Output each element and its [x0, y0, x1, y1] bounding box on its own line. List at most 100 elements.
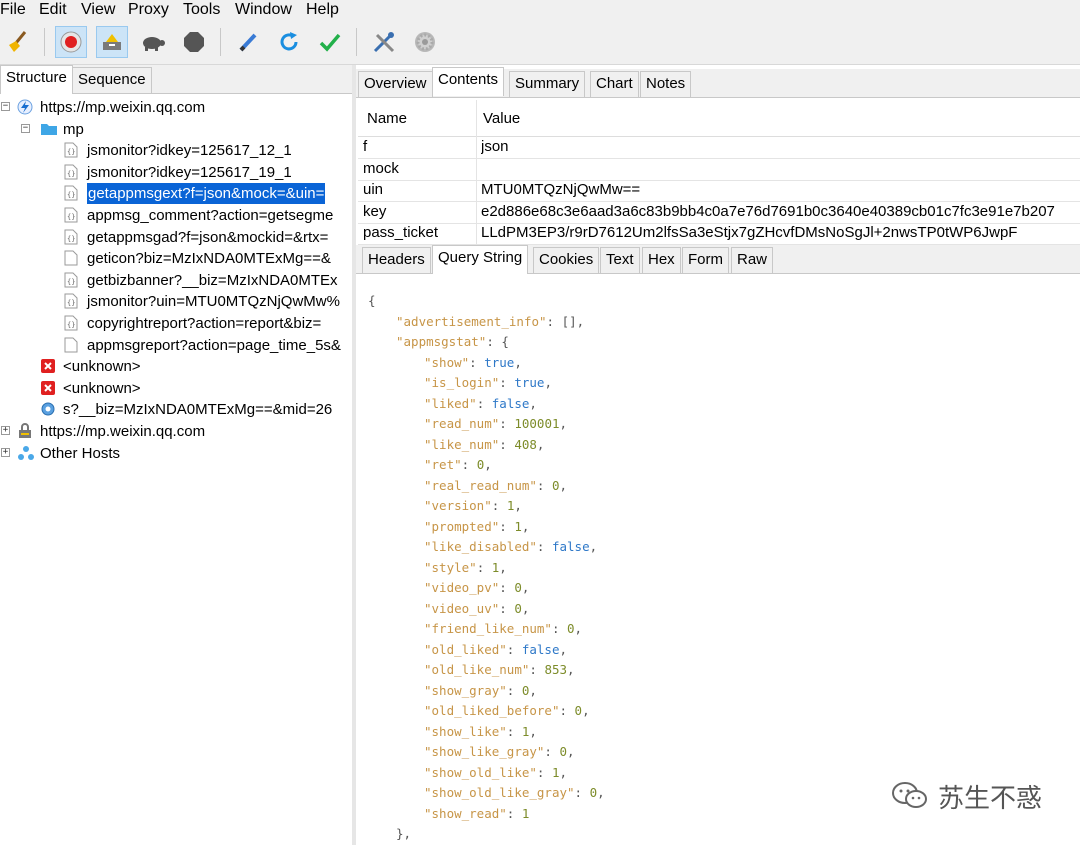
- json-line: "prompted": 1,: [424, 518, 530, 534]
- json-key: liked: [431, 395, 470, 411]
- json-value: 1: [514, 518, 522, 534]
- param-value: e2d886e68c3e6aad3a6c83b9bb4c0a7e76d7691b…: [481, 202, 1055, 220]
- menu-view[interactable]: View: [81, 0, 115, 22]
- param-name: mock: [363, 159, 399, 177]
- json-value: 0: [514, 580, 522, 595]
- json-value: true: [484, 354, 515, 370]
- json-line: "friend_like_num": 0,: [424, 621, 583, 636]
- json-line: "show": true,: [424, 354, 522, 370]
- check-icon[interactable]: [314, 26, 346, 58]
- tree-node[interactable]: {} appmsg_comment?action=getsegme: [0, 205, 352, 226]
- json-key: show_gray: [431, 682, 500, 698]
- json-line: "video_uv": 0,: [424, 600, 530, 616]
- tab-cookies[interactable]: Cookies: [533, 247, 600, 273]
- json-key: old_like_num: [431, 662, 522, 677]
- tab-headers[interactable]: Headers: [362, 247, 431, 273]
- tab-hex[interactable]: Hex: [642, 247, 681, 273]
- tab-structure[interactable]: Structure: [0, 65, 73, 94]
- tree-node-label: jsmonitor?uin=MTU0MTQzNjQwMw%: [87, 293, 340, 311]
- collapse-icon[interactable]: −: [21, 123, 30, 133]
- param-name: key: [363, 202, 387, 220]
- throttle-icon[interactable]: [96, 26, 128, 58]
- tree-node[interactable]: <unknown>: [0, 378, 352, 399]
- menu-tools[interactable]: Tools: [183, 0, 220, 22]
- json-key: prompted: [431, 518, 492, 534]
- tab-sequence[interactable]: Sequence: [72, 67, 152, 93]
- param-name: pass_ticket: [363, 224, 439, 242]
- tools-icon[interactable]: [368, 26, 400, 58]
- json-file-icon: {}: [64, 293, 80, 309]
- tab-chart[interactable]: Chart: [590, 71, 639, 97]
- tab-overview[interactable]: Overview: [358, 71, 433, 97]
- menu-file[interactable]: File: [0, 0, 26, 22]
- json-response-view[interactable]: {"advertisement_info": [], "appmsgstat": …: [356, 285, 1080, 845]
- param-value: json: [481, 138, 509, 155]
- tree-node[interactable]: {} getappmsgext?f=json&mock=&uin=: [0, 183, 352, 205]
- tree-node[interactable]: {} getbizbanner?__biz=MzIxNDA0MTEx: [0, 270, 352, 291]
- json-key: old_liked: [431, 641, 500, 657]
- json-key: version: [431, 498, 485, 513]
- svg-text:{}: {}: [67, 321, 75, 329]
- json-value: 0: [514, 600, 522, 616]
- tab-form[interactable]: Form: [682, 247, 729, 273]
- tree-node[interactable]: − https://mp.weixin.qq.com: [0, 97, 352, 118]
- tree-node[interactable]: {} copyrightreport?action=report&biz=: [0, 313, 352, 334]
- table-row[interactable]: f json: [358, 136, 1080, 159]
- json-line: "old_liked": false,: [424, 641, 568, 657]
- stop-icon[interactable]: [178, 26, 210, 58]
- param-name: uin: [363, 181, 384, 199]
- json-key: video_pv: [431, 580, 492, 595]
- column-header-value[interactable]: Value: [483, 110, 520, 127]
- tree-node[interactable]: geticon?biz=MzIxNDA0MTExMg==&: [0, 248, 352, 269]
- tab-text[interactable]: Text: [600, 247, 640, 273]
- json-value: 408: [514, 436, 537, 452]
- tree-node[interactable]: + https://mp.weixin.qq.com: [0, 421, 352, 442]
- tree-node-label: https://mp.weixin.qq.com: [40, 423, 206, 440]
- tree-node[interactable]: {} jsmonitor?idkey=125617_12_1: [0, 140, 352, 161]
- broom-icon[interactable]: [2, 26, 34, 58]
- tree-node[interactable]: {} getappmsgad?f=json&mockid=&rtx=: [0, 227, 352, 248]
- tab-query-string[interactable]: Query String: [432, 245, 529, 274]
- refresh-icon[interactable]: [273, 26, 305, 58]
- table-row[interactable]: uin MTU0MTQzNjQwMw==: [358, 179, 1080, 203]
- tab-notes[interactable]: Notes: [640, 71, 692, 97]
- tree-node[interactable]: − mp: [0, 119, 352, 140]
- json-key: show_old_like: [431, 764, 530, 780]
- json-key: show: [431, 354, 462, 370]
- turtle-icon[interactable]: [137, 26, 169, 58]
- expand-icon[interactable]: +: [1, 426, 10, 435]
- tree-node[interactable]: {} jsmonitor?uin=MTU0MTQzNjQwMw%: [0, 291, 352, 312]
- json-line: "show_read": 1: [424, 805, 530, 821]
- json-file-icon: {}: [64, 164, 80, 180]
- expand-icon[interactable]: +: [1, 447, 10, 457]
- tree-node[interactable]: s?__biz=MzIxNDA0MTExMg==&mid=26: [0, 399, 352, 420]
- tab-raw[interactable]: Raw: [731, 247, 774, 273]
- menu-window[interactable]: Window: [235, 0, 292, 22]
- json-line: "like_num": 408,: [424, 436, 545, 452]
- json-value: 0: [574, 703, 583, 718]
- tab-summary[interactable]: Summary: [509, 71, 586, 97]
- menu-proxy[interactable]: Proxy: [128, 0, 169, 22]
- pen-icon[interactable]: [232, 26, 264, 58]
- tree-node[interactable]: <unknown>: [0, 356, 352, 377]
- table-row[interactable]: pass_ticket LLdPM3EP3/r9rD7612Um2lfsSa3eS…: [358, 222, 1080, 246]
- param-value: LLdPM3EP3/r9rD7612Um2lfsSa3eStjx7gZHcvfD…: [481, 224, 1018, 242]
- watermark: 苏生不惑: [890, 776, 1042, 816]
- menu-edit[interactable]: Edit: [39, 0, 67, 22]
- menu-help[interactable]: Help: [306, 0, 339, 22]
- json-key: old_liked_before: [431, 703, 552, 718]
- table-row[interactable]: mock: [358, 157, 1080, 181]
- collapse-icon[interactable]: −: [1, 102, 10, 111]
- json-line: "like_disabled": false,: [424, 539, 598, 554]
- column-header-name[interactable]: Name: [367, 110, 407, 127]
- settings-gear-icon[interactable]: [409, 26, 441, 58]
- error-icon: [40, 358, 56, 374]
- tree-node[interactable]: {} jsmonitor?idkey=125617_19_1: [0, 162, 352, 183]
- tree-node[interactable]: appmsgreport?action=page_time_5s&: [0, 335, 352, 356]
- record-icon[interactable]: [55, 26, 87, 58]
- tab-contents[interactable]: Contents: [432, 67, 505, 96]
- tree-node-label: getappmsgext?f=json&mock=&uin=: [87, 183, 326, 205]
- json-key: is_login: [431, 375, 492, 390]
- table-row[interactable]: key e2d886e68c3e6aad3a6c83b9bb4c0a7e76d76…: [358, 200, 1080, 224]
- tree-node[interactable]: + Other Hosts: [0, 443, 352, 464]
